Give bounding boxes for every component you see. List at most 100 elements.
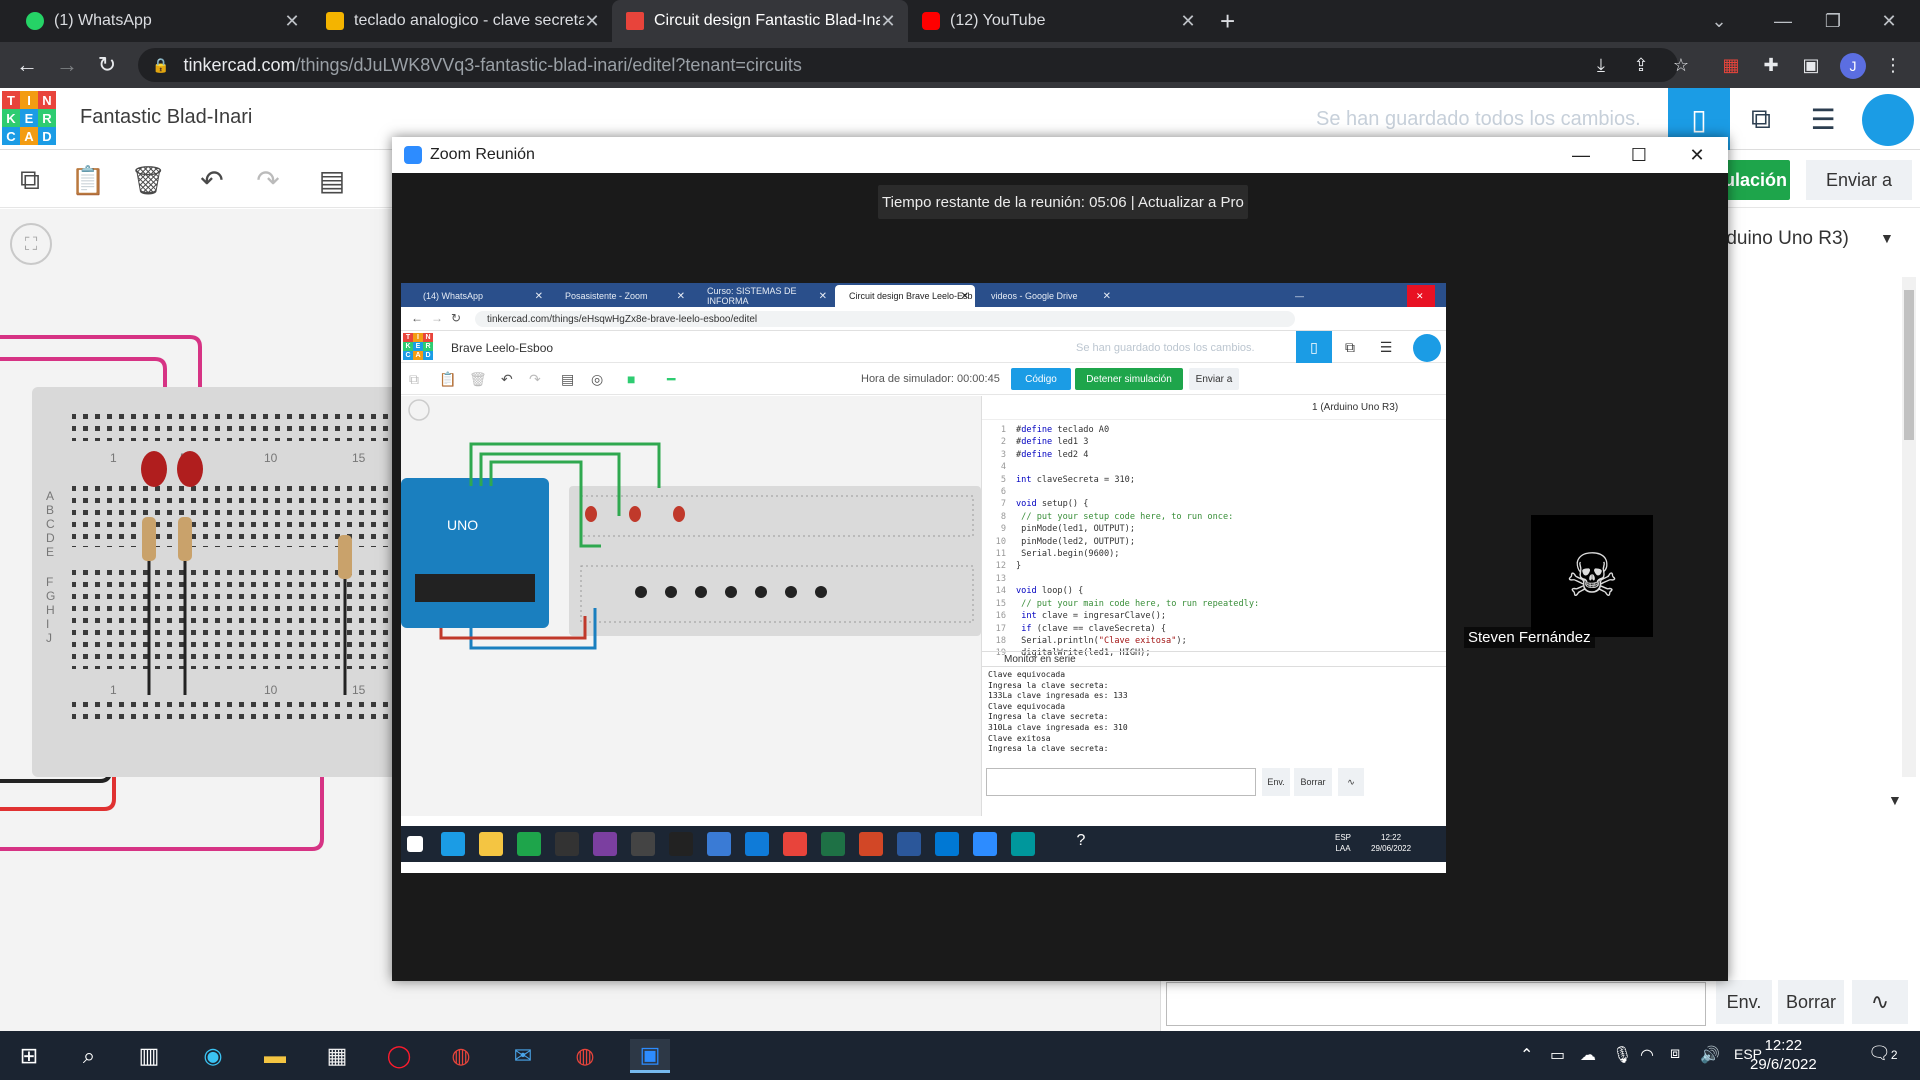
shared-tab: Curso: SISTEMAS DE INFORMA ✕ <box>707 286 827 306</box>
extension-app-icon[interactable]: ▦ <box>1718 52 1744 78</box>
reload-icon[interactable]: ↻ <box>92 50 122 80</box>
svg-text:UNO: UNO <box>447 517 478 533</box>
back-icon[interactable]: ← <box>12 50 42 80</box>
serial-graph-icon[interactable]: ∿ <box>1852 980 1908 1024</box>
design-title[interactable]: Fantastic Blad-Inari <box>80 106 252 129</box>
shared-wire-icon: ━ <box>667 371 676 387</box>
task-view-icon[interactable]: ▥ <box>132 1039 166 1073</box>
close-icon[interactable]: ✕ <box>1180 11 1196 32</box>
close-window-icon[interactable]: ✕ <box>1866 0 1912 42</box>
install-icon[interactable]: ⤓ <box>1588 52 1614 78</box>
side-panel-icon[interactable]: ▣ <box>1798 52 1824 78</box>
opera-icon[interactable]: ◯ <box>382 1039 416 1073</box>
shared-serial-clear: Borrar <box>1294 768 1332 796</box>
redo-icon[interactable]: ↷ <box>250 162 286 198</box>
logo-letter: T <box>2 91 20 109</box>
copy-icon[interactable]: ⧉ <box>12 162 48 198</box>
edge-icon[interactable]: ◉ <box>196 1039 230 1073</box>
close-icon[interactable]: ✕ <box>584 11 600 32</box>
save-status: Se han guardado todos los cambios. <box>1316 108 1641 130</box>
simulation-button[interactable]: ulación <box>1720 160 1790 200</box>
windows-start-icon[interactable]: ⊞ <box>12 1039 46 1073</box>
profile-avatar[interactable]: J <box>1840 53 1866 79</box>
code-line: 6 <box>1000 487 1006 498</box>
code-line: 15 // put your main code here, to run re… <box>995 598 1260 609</box>
delete-icon[interactable]: 🗑 <box>130 162 166 198</box>
bookmark-star-icon[interactable]: ☆ <box>1668 52 1694 78</box>
system-clock[interactable]: 12:22 29/6/2022 <box>1750 1036 1817 1074</box>
participant-tile[interactable]: ☠ Steven Fernández <box>1462 507 1720 653</box>
tab-whatsapp[interactable]: (1) WhatsApp ✕ <box>12 0 312 42</box>
code-line: 8 // put your setup code here, to run on… <box>1000 511 1234 522</box>
tab-drive[interactable]: teclado analogico - clave secreta ✕ <box>312 0 612 42</box>
extensions-puzzle-icon[interactable]: ✚ <box>1758 52 1784 78</box>
search-icon[interactable]: ⌕ <box>72 1039 106 1073</box>
minimize-icon[interactable]: — <box>1552 137 1610 173</box>
lock-icon: 🔒 <box>152 56 170 73</box>
user-avatar[interactable] <box>1862 94 1914 146</box>
shared-code-header: 1 (Arduino Uno R3) <box>982 396 1446 420</box>
serial-input[interactable] <box>1166 982 1706 1026</box>
close-icon[interactable]: ✕ <box>284 11 300 32</box>
microphone-icon[interactable]: 🎙 <box>1612 1045 1632 1065</box>
shared-serial-output: Clave equivocada Ingresa la clave secret… <box>988 670 1128 754</box>
zoom-taskbar-icon[interactable]: ▣ <box>630 1039 670 1073</box>
tinkercad-logo[interactable]: TINKERCAD <box>2 91 56 145</box>
code-line: 10 pinMode(led2, OUTPUT); <box>995 536 1135 547</box>
volume-icon[interactable]: 🔊 <box>1700 1045 1720 1065</box>
participant-avatar: ☠ <box>1531 515 1653 637</box>
meeting-timer[interactable]: Tiempo restante de la reunión: 05:06 | A… <box>878 185 1248 219</box>
address-bar[interactable]: 🔒 tinkercad.com/things/dJuLWK8VVq3-fanta… <box>138 48 1678 82</box>
close-icon[interactable]: ✕ <box>1668 137 1726 173</box>
minimize-icon[interactable]: — <box>1760 0 1806 42</box>
chevron-down-icon[interactable]: ▼ <box>1880 230 1894 246</box>
tab-tinkercad[interactable]: Circuit design Fantastic Blad-Inari ✕ <box>612 0 908 42</box>
schematic-view-icon[interactable]: ⧉ <box>1730 88 1792 150</box>
paste-icon[interactable]: 📋 <box>70 162 106 198</box>
logo-letter: K <box>2 109 20 127</box>
google-drive-icon <box>326 12 344 30</box>
shared-serial-header: Monitor en serie <box>982 651 1446 667</box>
code-scroll-thumb[interactable] <box>1904 290 1914 440</box>
browser-tab-strip: (1) WhatsApp ✕ teclado analogico - clave… <box>0 0 1920 42</box>
shared-powerpoint-icon <box>859 832 883 856</box>
menu-kebab-icon[interactable]: ⋮ <box>1880 52 1906 78</box>
close-icon[interactable]: ✕ <box>880 11 896 32</box>
breadboard[interactable]: 1 5 10 15 1 10 15 ABCDEFGHIJ <box>32 387 412 777</box>
chrome-icon[interactable]: ◍ <box>444 1039 478 1073</box>
logo-letter: N <box>423 333 433 342</box>
serial-chevron-icon[interactable]: ▼ <box>1888 792 1902 808</box>
shared-delete-icon: 🗑 <box>469 371 487 387</box>
undo-icon[interactable]: ↶ <box>194 162 230 198</box>
shared-code-panel: 1 (Arduino Uno R3) 1 #define teclado A0 2 #… <box>981 396 1446 816</box>
serial-send-button[interactable]: Env. <box>1716 980 1772 1024</box>
logo-letter: I <box>20 91 38 109</box>
new-tab-icon[interactable]: + <box>1220 6 1235 37</box>
wifi-icon[interactable]: ◠ <box>1640 1045 1654 1065</box>
onedrive-icon[interactable]: ☁ <box>1580 1045 1596 1065</box>
send-to-button[interactable]: Enviar a <box>1806 160 1912 200</box>
shared-clock: 12:22 29/06/2022 <box>1371 833 1412 853</box>
resistor <box>178 517 192 561</box>
restore-icon[interactable]: ❐ <box>1810 0 1856 42</box>
mail-icon[interactable]: ✉ <box>506 1039 540 1073</box>
participant-name: Steven Fernández <box>1464 627 1595 648</box>
store-icon[interactable]: ▦ <box>320 1039 354 1073</box>
maximize-icon[interactable]: ☐ <box>1610 137 1668 173</box>
chrome-profile-icon[interactable]: ◍ <box>568 1039 602 1073</box>
code-line: 4 <box>1000 462 1006 473</box>
share-icon[interactable]: ⇪ <box>1628 52 1654 78</box>
notes-icon[interactable]: ▤ <box>314 162 350 198</box>
notification-icon[interactable]: 🗨2 <box>1868 1043 1898 1064</box>
component-list-icon[interactable]: ☰ <box>1792 88 1854 150</box>
file-explorer-icon[interactable]: ▬ <box>258 1039 292 1073</box>
logo-letter: D <box>38 127 56 145</box>
tab-search-icon[interactable]: ⌄ <box>1696 0 1742 42</box>
board-select[interactable]: rduino Uno R3) <box>1720 228 1849 250</box>
tray-chevron-icon[interactable]: ⌃ <box>1520 1045 1533 1065</box>
camera-icon[interactable]: ⧈ <box>1670 1045 1680 1063</box>
forward-icon[interactable]: → <box>52 50 82 80</box>
tab-youtube[interactable]: (12) YouTube ✕ <box>908 0 1208 42</box>
serial-clear-button[interactable]: Borrar <box>1778 980 1844 1024</box>
battery-icon[interactable]: ▭ <box>1550 1045 1565 1065</box>
